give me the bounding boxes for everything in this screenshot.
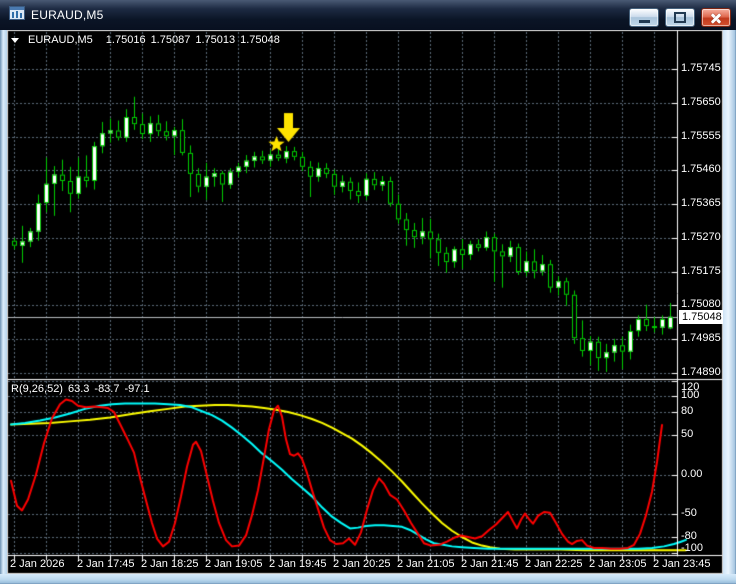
symbol-period-label: EURAUD,M5 [28, 34, 93, 46]
indicator-value-fast: 63.3 [67, 383, 90, 395]
time-axis-label: 2 Jan 18:25 [141, 558, 199, 570]
indicator-axis-label: 50 [681, 428, 694, 441]
indicator-value-medium: -83.7 [94, 383, 120, 395]
title-bar[interactable]: EURAUD,M5 [0, 0, 736, 30]
price-axis-label: 1.75650 [681, 95, 721, 108]
close-value: 1.75048 [240, 34, 280, 46]
low-value: 1.75013 [195, 34, 236, 46]
time-axis-label: 2 Jan 19:05 [205, 558, 263, 570]
price-axis-label: 1.74890 [681, 366, 721, 378]
minimize-button[interactable] [629, 8, 659, 27]
high-value: 1.75087 [150, 34, 191, 46]
time-axis-label: 2 Jan 21:45 [461, 558, 519, 570]
collapse-arrow-icon[interactable] [11, 37, 19, 43]
window-frame-left [0, 30, 7, 584]
time-axis-label: 2 Jan 23:05 [589, 558, 647, 570]
open-value: 1.75016 [105, 34, 146, 46]
price-axis-label: 1.75365 [681, 197, 721, 210]
price-axis-label: 1.75460 [681, 163, 721, 176]
window-frame-right [723, 30, 736, 584]
restore-button[interactable] [665, 8, 695, 27]
close-icon [710, 12, 722, 24]
time-axis-label: 2 Jan 20:25 [333, 558, 391, 570]
indicator-axis-label: 0.00 [681, 467, 703, 480]
restore-icon [674, 12, 686, 23]
price-axis-label: 1.75270 [681, 230, 721, 243]
minimize-icon [638, 20, 650, 23]
indicator-axis-label: -50 [681, 506, 697, 519]
window-frame-bottom [0, 574, 736, 584]
time-axis-label: 2 Jan 17:45 [77, 558, 135, 570]
price-axis-label: 1.74985 [681, 332, 721, 345]
price-axis-label: 1.75555 [681, 129, 721, 142]
indicator-value-slow: -97.1 [124, 383, 150, 395]
time-axis-label: 2 Jan 23:45 [653, 558, 711, 570]
close-button[interactable] [701, 8, 731, 27]
price-axis-label: 1.75175 [681, 264, 721, 277]
time-axis-label: 2 Jan 22:25 [525, 558, 583, 570]
indicator-name: R(9,26,52) [11, 383, 63, 395]
window-controls [629, 8, 731, 27]
time-axis-label: 2 Jan 21:05 [397, 558, 455, 570]
time-axis-label: 2 Jan 2026 [10, 558, 65, 570]
price-chart-canvas[interactable] [0, 0, 736, 584]
time-axis-label: 2 Jan 19:45 [269, 558, 327, 570]
indicator-axis-label: 80 [681, 405, 694, 417]
indicator-axis-label: 100 [681, 389, 700, 402]
indicator-axis-label: -100 [681, 542, 704, 554]
chart-ohlc-header: EURAUD,M5 1.75016 1.75087 1.75013 1.7504… [11, 34, 280, 46]
chart-window: EURAUD,M5 EURAUD,M5 1.75016 1.75087 1.75… [0, 0, 736, 584]
window-title: EURAUD,M5 [31, 8, 104, 22]
indicator-header: R(9,26,52) 63.3 -83.7 -97.1 [11, 383, 150, 395]
price-axis-label: 1.75080 [681, 298, 721, 311]
chart-window-icon [9, 5, 25, 25]
bid-price-box: 1.75048 [679, 310, 723, 324]
price-axis-label: 1.75745 [681, 62, 721, 74]
indicator-axis-label: -80 [681, 530, 697, 542]
